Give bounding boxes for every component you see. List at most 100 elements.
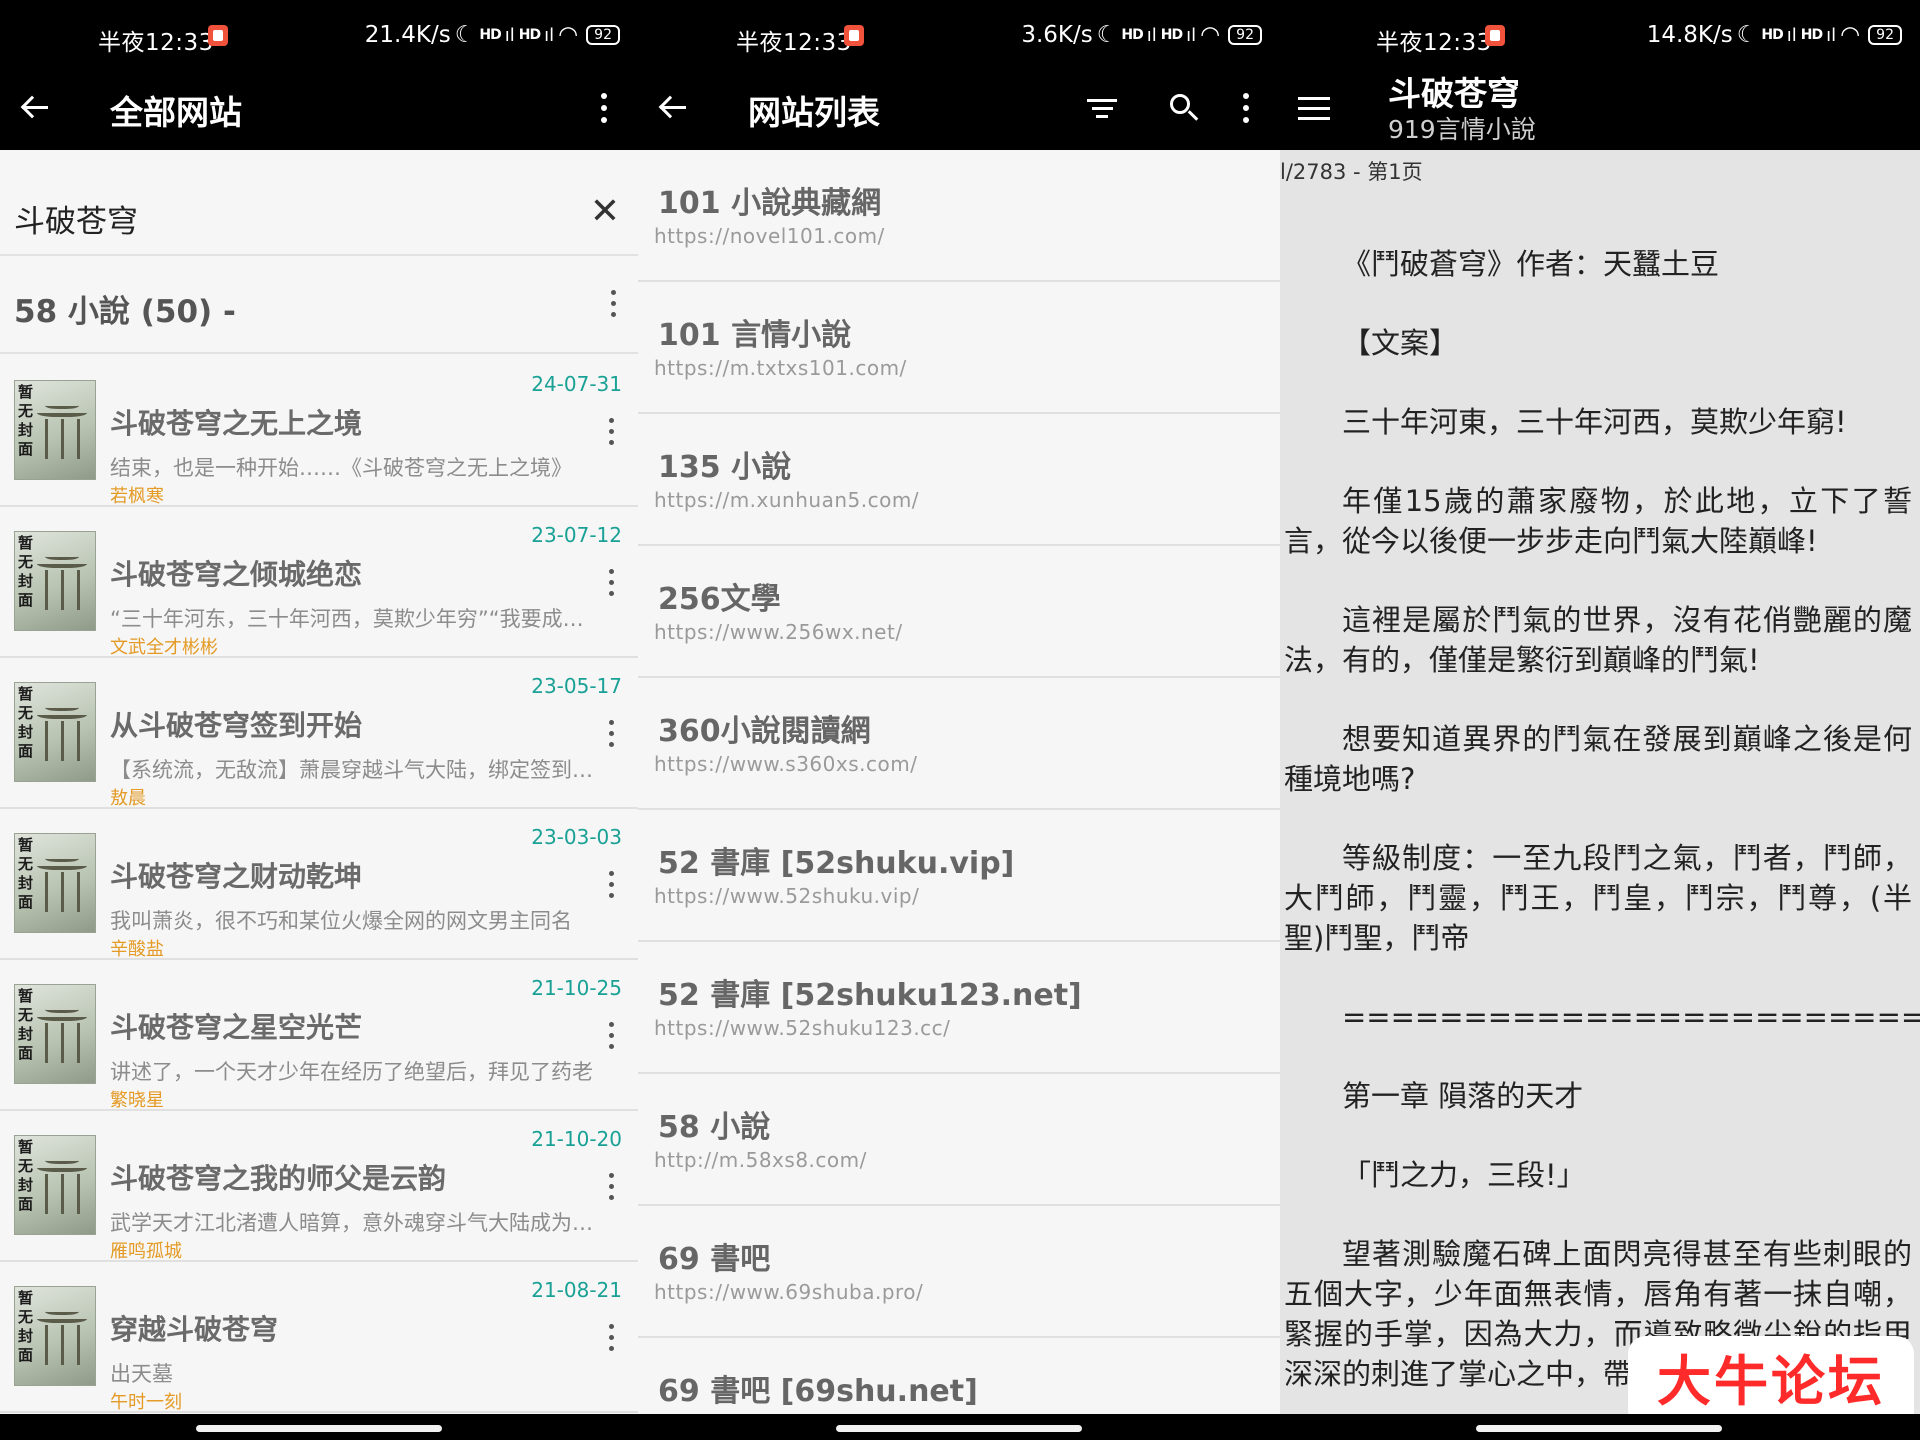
book-name: 从斗破苍穹签到开始: [110, 709, 363, 742]
book-result-row[interactable]: 暂无封面 23-05-17 从斗破苍穹签到开始 【系统流，无敌流】萧晨穿越斗气大陆，绑…: [0, 658, 638, 809]
search-icon[interactable]: [1162, 86, 1206, 130]
chapter-content[interactable]: 《鬥破蒼穹》作者：天蠶土豆 【文案】 三十年河東，三十年河西，莫欺少年窮! 年僅15歲…: [1284, 244, 1920, 1433]
moon-icon: ☾: [1736, 22, 1758, 48]
cover-placeholder-text: 暂无封面: [18, 987, 34, 1062]
clear-icon[interactable]: ✕: [590, 194, 620, 230]
book-more-icon[interactable]: [609, 720, 614, 747]
page-title: 全部网站: [110, 93, 242, 132]
book-result-row[interactable]: 暂无封面 21-08-21 穿越斗破苍穹 出天墓 午时一刻: [0, 1262, 638, 1413]
pavilion-image: [37, 703, 87, 769]
pavilion-image: [37, 854, 87, 920]
recording-icon: [208, 25, 228, 46]
signal-bars-icon-2: ıl: [544, 24, 555, 46]
book-result-row[interactable]: 暂无封面 24-07-31 斗破苍穹之无上之境 结束，也是一种开始……《斗破苍穹之无上…: [0, 356, 638, 507]
home-gesture-bar[interactable]: [836, 1425, 1082, 1432]
book-more-icon[interactable]: [609, 1324, 614, 1351]
home-gesture-bar[interactable]: [196, 1425, 442, 1432]
search-input[interactable]: 斗破苍穹: [14, 196, 138, 241]
book-name: 斗破苍穹之倾城绝恋: [110, 558, 363, 591]
book-title: 斗破苍穹: [1388, 74, 1520, 113]
book-update-date: 24-07-31: [531, 372, 622, 396]
chapter-paragraph: 「鬥之力，三段!」: [1342, 1158, 1586, 1192]
status-bar: 半夜12:33 14.8K/s ☾ HD ıl HD ıl ◠ 92: [1280, 0, 1920, 72]
book-more-icon[interactable]: [609, 871, 614, 898]
site-name: 52 書庫 [52shuku123.net]: [658, 978, 1082, 1013]
signal-bars-icon: ıl: [1146, 24, 1157, 46]
filter-icon[interactable]: [1080, 86, 1124, 130]
site-name: 69 書吧: [658, 1242, 771, 1277]
site-list-item[interactable]: 69 書吧 https://www.69shuba.pro/: [638, 1206, 1280, 1338]
status-right: 21.4K/s ☾ HD ıl HD ıl ◠ 92: [365, 22, 620, 48]
book-more-icon[interactable]: [609, 418, 614, 445]
book-author: 若枫寒: [110, 486, 164, 507]
pavilion-image: [37, 552, 87, 618]
site-name: 256文學: [658, 582, 781, 617]
site-list-item[interactable]: 52 書庫 [52shuku123.net] https://www.52shuk…: [638, 942, 1280, 1074]
wifi-icon: ◠: [1840, 22, 1861, 48]
site-list-item[interactable]: 256文學 https://www.256wx.net/: [638, 546, 1280, 678]
book-more-icon[interactable]: [609, 1022, 614, 1049]
page-title: 网站列表: [748, 93, 880, 132]
chapter-paragraph: 年僅15歲的蕭家廢物，於此地，立下了誓言，從今以後便一步步走向鬥氣大陸巔峰!: [1284, 484, 1912, 558]
site-name: 101 言情小說: [658, 318, 852, 353]
book-cover: 暂无封面: [14, 380, 96, 480]
battery-icon: 92: [1228, 25, 1262, 45]
book-more-icon[interactable]: [609, 569, 614, 596]
book-cover: 暂无封面: [14, 833, 96, 933]
net-speed: 3.6K/s: [1021, 22, 1093, 48]
wifi-icon: ◠: [558, 22, 579, 48]
status-bar: 半夜12:33 21.4K/s ☾ HD ıl HD ıl ◠ 92: [0, 0, 638, 72]
signal-icon-2: HD: [1800, 27, 1823, 43]
recording-icon: [844, 25, 864, 46]
chapter-paragraph: 【文案】: [1342, 326, 1459, 360]
site-list-item[interactable]: 101 小說典藏網 https://novel101.com/: [638, 150, 1280, 282]
all-sites-search-panel: 半夜12:33 21.4K/s ☾ HD ıl HD ıl ◠ 92 全部网站 斗破…: [0, 0, 638, 1440]
signal-icon: HD: [1121, 27, 1143, 43]
book-more-icon[interactable]: [609, 1173, 614, 1200]
group-more-icon[interactable]: [611, 290, 616, 317]
site-list-item[interactable]: 360小說閱讀網 https://www.s360xs.com/: [638, 678, 1280, 810]
book-update-date: 23-07-12: [531, 523, 622, 547]
book-intro: 讲述了，一个天才少年在经历了绝望后，拜见了药老: [110, 1060, 593, 1084]
book-update-date: 23-05-17: [531, 674, 622, 698]
back-arrow-icon[interactable]: [650, 86, 694, 130]
status-time: 半夜12:33: [736, 30, 852, 56]
book-result-row[interactable]: 暂无封面 23-03-03 斗破苍穹之财动乾坤 我叫萧炎，很不巧和某位火爆全网的网文男…: [0, 809, 638, 960]
signal-icon-2: HD: [518, 27, 541, 43]
book-intro: 武学天才江北渚遭人暗算，意外魂穿斗气大陆成为萧炎: [110, 1211, 598, 1235]
source-group-header[interactable]: 58 小說 (50) -: [0, 256, 638, 354]
more-options-icon[interactable]: [1224, 86, 1268, 130]
cover-placeholder-text: 暂无封面: [18, 1138, 34, 1213]
cover-placeholder-text: 暂无封面: [18, 534, 34, 609]
site-list-item[interactable]: 52 書庫 [52shuku.vip] https://www.52shuku.v…: [638, 810, 1280, 942]
status-right: 14.8K/s ☾ HD ıl HD ıl ◠ 92: [1647, 22, 1902, 48]
book-cover: 暂无封面: [14, 682, 96, 782]
site-name: 69 書吧 [69shu.net]: [658, 1374, 978, 1409]
signal-bars-icon-2: ıl: [1826, 24, 1837, 46]
site-list-item[interactable]: 58 小說 http://m.58xs8.com/: [638, 1074, 1280, 1206]
back-arrow-icon[interactable]: [12, 86, 56, 130]
pavilion-image: [37, 401, 87, 467]
chapter-paragraph: 第一章 隕落的天才: [1342, 1079, 1584, 1113]
book-name: 斗破苍穹之星空光芒: [110, 1011, 363, 1044]
more-options-icon[interactable]: [582, 86, 626, 130]
pavilion-image: [37, 1307, 87, 1373]
book-intro: “三十年河东，三十年河西，莫欺少年穷”“我要成为斗帝”: [110, 607, 598, 631]
menu-icon[interactable]: [1292, 86, 1336, 130]
chapter-paragraph: 三十年河東，三十年河西，莫欺少年窮!: [1342, 405, 1847, 439]
home-gesture-bar[interactable]: [1476, 1425, 1722, 1432]
book-author: 辛酸盐: [110, 939, 164, 960]
chapter-paragraph: 等級制度：一至九段鬥之氣，鬥者，鬥師，大鬥師，鬥靈，鬥王，鬥皇，鬥宗，鬥尊，(半…: [1284, 841, 1912, 955]
book-result-row[interactable]: 暂无封面 21-10-20 斗破苍穹之我的师父是云韵 武学天才江北渚遭人暗算，意外魂穿…: [0, 1111, 638, 1262]
moon-icon: ☾: [454, 22, 476, 48]
signal-bars-icon: ıl: [1786, 24, 1797, 46]
book-result-row[interactable]: 暂无封面 21-10-25 斗破苍穹之星空光芒 讲述了，一个天才少年在经历了绝望后，拜…: [0, 960, 638, 1111]
moon-icon: ☾: [1096, 22, 1118, 48]
status-right: 3.6K/s ☾ HD ıl HD ıl ◠ 92: [1021, 22, 1262, 48]
wifi-icon: ◠: [1200, 22, 1221, 48]
book-result-row[interactable]: 暂无封面 23-07-12 斗破苍穹之倾城绝恋 “三十年河东，三十年河西，莫欺少年穷”…: [0, 507, 638, 658]
pavilion-image: [37, 1005, 87, 1071]
site-list-item[interactable]: 135 小說 https://m.xunhuan5.com/: [638, 414, 1280, 546]
search-bar[interactable]: 斗破苍穹 ✕: [0, 150, 638, 256]
site-list-item[interactable]: 101 言情小說 https://m.txtxs101.com/: [638, 282, 1280, 414]
